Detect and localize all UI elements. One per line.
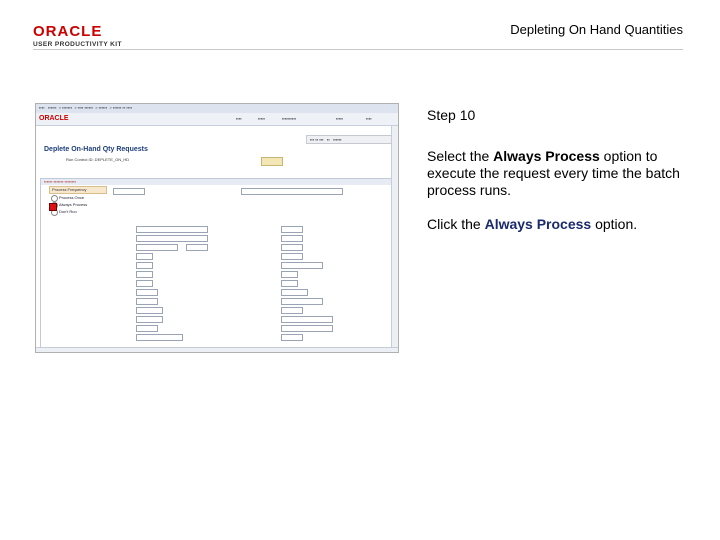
form-field (136, 289, 158, 296)
form-field (281, 334, 303, 341)
form-field (281, 325, 333, 332)
process-frequency-label: Process Frequency (52, 187, 87, 192)
form-field (136, 307, 163, 314)
request-id-field (113, 188, 145, 195)
form-field (281, 253, 303, 260)
form-field (281, 307, 303, 314)
form-field (136, 316, 163, 323)
form-field (136, 235, 208, 242)
horizontal-scrollbar (36, 347, 398, 352)
form-field (281, 271, 298, 278)
form-field (136, 253, 153, 260)
logo-oracle-text: ORACLE (33, 23, 103, 40)
radio-process-once[interactable] (51, 195, 58, 202)
form-field (186, 244, 208, 251)
description-field (241, 188, 343, 195)
process-request-panel: ▪▪▪▪▪▪ ▪▪▪▪▪▪▪ ▪▪▪▪▪▪▪▪ Process Frequenc… (40, 178, 394, 352)
form-field (136, 298, 158, 305)
document-title: Depleting On Hand Quantities (510, 22, 683, 37)
vertical-scrollbar (391, 126, 398, 348)
instruction-text: Select the Always Process option to exec… (427, 148, 692, 250)
simulation-screenshot: ▪▪▪▪ ▪▪▪▪▪▪ > ▪▪▪▪▪▪▪ > ▪▪▪▪ ▪▪▪▪▪▪ > ▪▪… (35, 103, 399, 353)
form-field (136, 271, 153, 278)
form-field (136, 325, 158, 332)
instruction-option-highlight: Always Process (484, 216, 592, 232)
step-label: Step 10 (427, 107, 476, 123)
run-button (261, 157, 283, 166)
form-field (136, 244, 178, 251)
run-control-id: Run Control ID: DEPLETE_ON_HD (66, 157, 130, 162)
instruction-option-name: Always Process (493, 148, 600, 164)
process-frequency-tab: Process Frequency (49, 186, 107, 194)
instruction-paragraph-1: Select the Always Process option to exec… (427, 148, 692, 199)
instruction-text-part: option. (591, 216, 638, 232)
form-field (281, 262, 323, 269)
embedded-page-title: Deplete On-Hand Qty Requests (44, 146, 148, 153)
page-toolbar: ▪▪▪ ▪▪ ▪▪▪ ▪▪ ▪▪▪▪▪▪ (306, 135, 392, 144)
instruction-text-part: Select the (427, 148, 494, 164)
form-field (281, 244, 303, 251)
form-field (281, 289, 308, 296)
form-field (136, 280, 153, 287)
form-field (136, 334, 183, 341)
instruction-text-part: Click the (427, 216, 485, 232)
form-field (281, 298, 323, 305)
secondary-nav-bar: ▪▪▪▪ ▪▪▪▪▪ ▪▪▪▪▪▪▪▪▪▪ ▪▪▪▪▪ ▪▪▪▪ (36, 113, 398, 126)
form-field (136, 226, 208, 233)
mini-oracle-logo: ORACLE (39, 115, 69, 122)
top-nav-bar: ▪▪▪▪ ▪▪▪▪▪▪ > ▪▪▪▪▪▪▪ > ▪▪▪▪ ▪▪▪▪▪▪ > ▪▪… (36, 104, 398, 113)
form-field (281, 235, 303, 242)
radio-label-always-process: Always Process (59, 202, 88, 207)
header-divider (33, 49, 683, 50)
logo-subtitle: USER PRODUCTIVITY KIT (33, 41, 122, 48)
form-field (281, 226, 303, 233)
form-field (136, 262, 153, 269)
panel-header: ▪▪▪▪▪▪ ▪▪▪▪▪▪▪ ▪▪▪▪▪▪▪▪ (41, 179, 393, 185)
form-field (281, 280, 298, 287)
radio-label-dont-run: Don't Run (59, 209, 77, 214)
click-target-marker[interactable] (49, 203, 57, 211)
oracle-upk-logo: ORACLE USER PRODUCTIVITY KIT (33, 24, 133, 48)
form-field (281, 316, 333, 323)
instruction-paragraph-2: Click the Always Process option. (427, 216, 692, 233)
radio-label-process-once: Process Once (59, 195, 85, 200)
